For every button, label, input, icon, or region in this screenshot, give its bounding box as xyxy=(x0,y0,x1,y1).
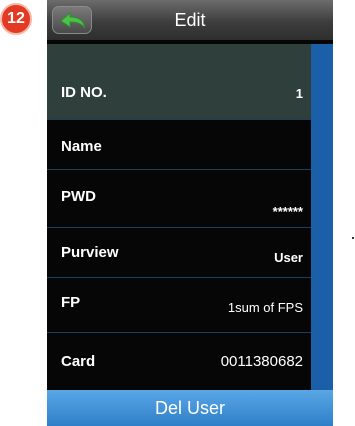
password-row[interactable]: PWD ****** xyxy=(47,170,311,228)
step-number-badge: 12 xyxy=(0,3,32,35)
card-value: 0011380682 xyxy=(220,353,303,370)
password-value: ****** xyxy=(272,204,303,219)
page-title: Edit xyxy=(174,10,206,30)
fingerprint-row[interactable]: FP 1sum of FPS xyxy=(47,278,311,333)
purview-value: User xyxy=(274,250,303,265)
card-row[interactable]: Card 0011380682 xyxy=(47,333,311,373)
device-screen: Edit ID NO. 1 Name PWD ****** Purview Us… xyxy=(47,0,333,426)
title-bar: Edit xyxy=(47,0,333,40)
user-field-list: ID NO. 1 Name PWD ****** Purview User FP… xyxy=(47,44,311,373)
page: 12 Edit ID NO. 1 Name PWD ****** Purview… xyxy=(0,0,355,426)
delete-user-button[interactable]: Del User xyxy=(47,390,333,426)
fingerprint-label: FP xyxy=(61,294,81,311)
card-label: Card xyxy=(61,353,96,370)
id-number-row[interactable]: ID NO. 1 xyxy=(47,44,311,120)
purview-label: Purview xyxy=(61,244,119,261)
scrollbar[interactable] xyxy=(311,44,333,390)
name-label: Name xyxy=(61,138,102,155)
password-label: PWD xyxy=(61,188,96,205)
id-number-label: ID NO. xyxy=(61,84,107,101)
id-number-value: 1 xyxy=(295,86,303,101)
divider-dot xyxy=(352,237,354,239)
name-row[interactable]: Name xyxy=(47,120,311,170)
fingerprint-value: 1sum of FPS xyxy=(227,300,303,315)
purview-row[interactable]: Purview User xyxy=(47,228,311,278)
